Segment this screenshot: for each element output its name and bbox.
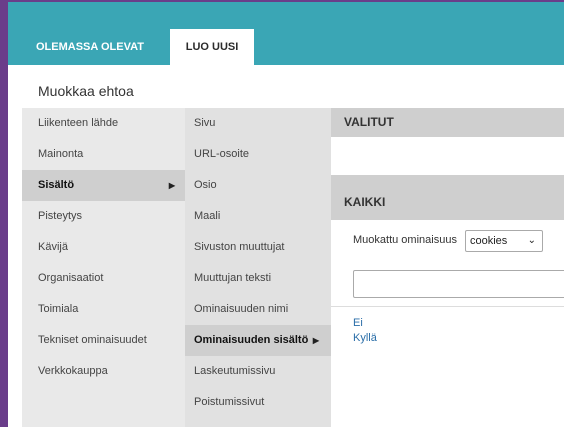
category-item-organizations[interactable]: Organisaatiot [22, 263, 185, 294]
window-frame-left [0, 0, 8, 427]
subcategory-item-landing-page[interactable]: Laskeutumissivu [185, 356, 331, 387]
category-item-industry[interactable]: Toimiala [22, 294, 185, 325]
value-option-yes[interactable]: Kyllä [353, 332, 377, 344]
selected-values-area [331, 137, 564, 175]
category-item-technical[interactable]: Tekniset ominaisuudet [22, 325, 185, 356]
caret-right-icon: ▶ [168, 181, 175, 190]
category-item-advertising[interactable]: Mainonta [22, 139, 185, 170]
tab-existing[interactable]: OLEMASSA OLEVAT [36, 29, 144, 65]
tab-bar: OLEMASSA OLEVAT LUO UUSI [8, 2, 564, 65]
caret-right-icon: ▶ [312, 336, 319, 345]
tab-create-new[interactable]: LUO UUSI [170, 29, 254, 65]
subcategory-item-url[interactable]: URL-osoite [185, 139, 331, 170]
subcategory-item-page[interactable]: Sivu [185, 108, 331, 139]
selected-section-header: VALITUT [331, 108, 564, 137]
custom-property-select[interactable]: cookies ⌄ [465, 230, 543, 252]
subcategory-menu: Sivu URL-osoite Osio Maali Sivuston muut… [185, 108, 331, 427]
custom-property-value: cookies [470, 235, 508, 247]
values-divider [331, 306, 564, 307]
category-item-label: Sisältö [38, 179, 75, 191]
subcategory-item-site-variables[interactable]: Sivuston muuttujat [185, 232, 331, 263]
category-item-scoring[interactable]: Pisteytys [22, 201, 185, 232]
category-item-visitor[interactable]: Kävijä [22, 232, 185, 263]
category-item-content[interactable]: Sisältö ▶ [22, 170, 185, 201]
subcategory-item-goal[interactable]: Maali [185, 201, 331, 232]
value-filter-input[interactable] [353, 270, 564, 298]
value-option-no[interactable]: Ei [353, 317, 363, 329]
subcategory-item-label: Ominaisuuden sisältö [194, 334, 309, 346]
subcategory-item-variable-text[interactable]: Muuttujan teksti [185, 263, 331, 294]
subcategory-item-property-content[interactable]: Ominaisuuden sisältö ▶ [185, 325, 331, 356]
subcategory-item-property-name[interactable]: Ominaisuuden nimi [185, 294, 331, 325]
section-divider [331, 175, 564, 182]
chevron-down-icon: ⌄ [527, 235, 536, 246]
subcategory-item-exit-pages[interactable]: Poistumissivut [185, 387, 331, 418]
category-item-traffic-source[interactable]: Liikenteen lähde [22, 108, 185, 139]
page-title: Muokkaa ehtoa [38, 83, 134, 99]
category-item-ecommerce[interactable]: Verkkokauppa [22, 356, 185, 387]
all-section-header: KAIKKI [331, 182, 564, 220]
category-menu: Liikenteen lähde Mainonta Sisältö ▶ Pist… [22, 108, 185, 427]
conditions-panel: VALITUT KAIKKI Muokattu ominaisuus cooki… [331, 108, 564, 427]
subcategory-item-section[interactable]: Osio [185, 170, 331, 201]
custom-property-label: Muokattu ominaisuus [353, 234, 457, 246]
